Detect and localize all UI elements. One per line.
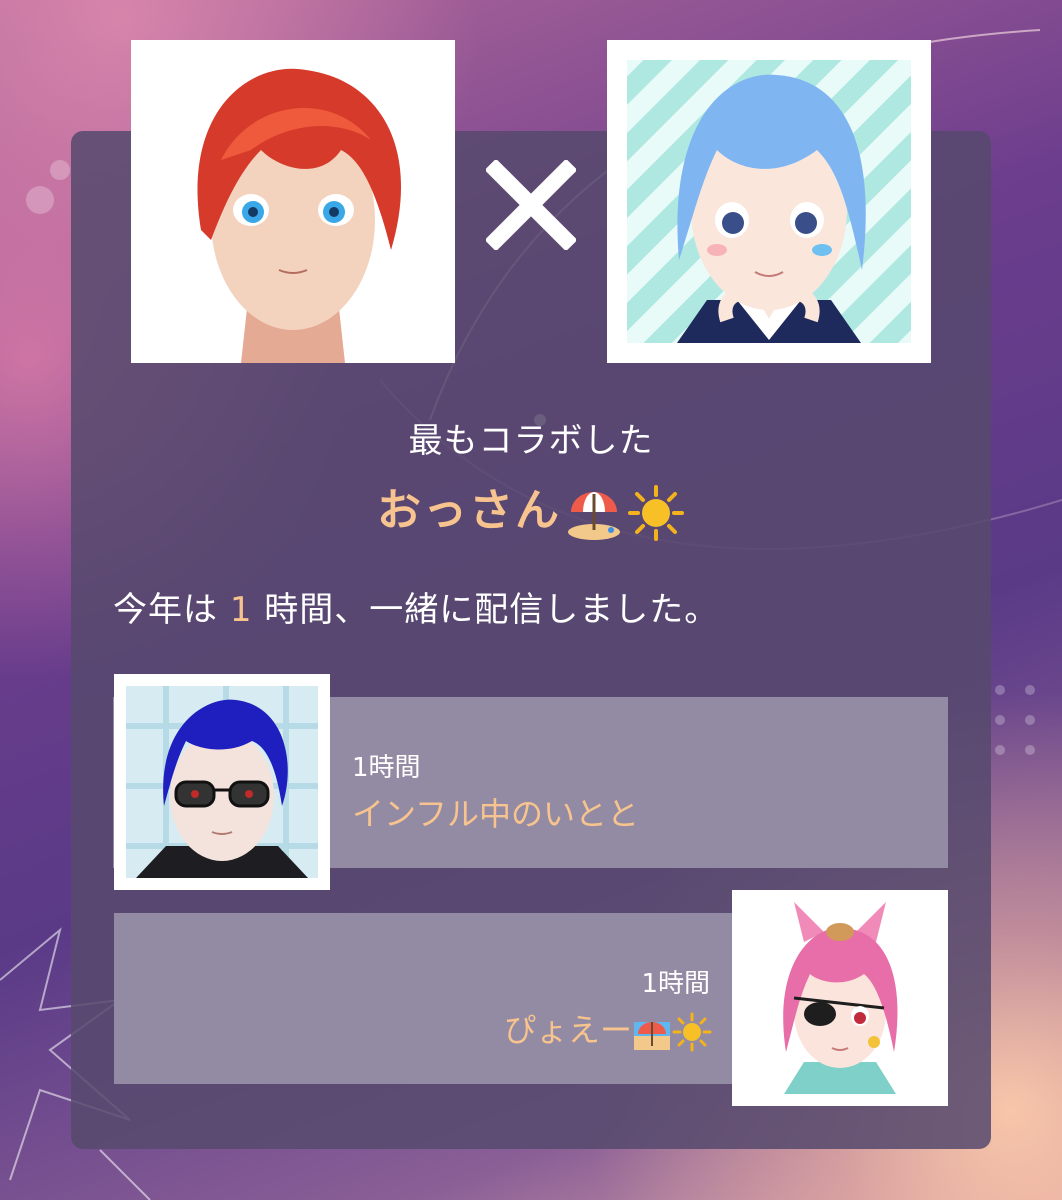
- collaborator-avatar-1: [114, 674, 330, 890]
- collaborator-name: ぴょえー: [420, 1005, 712, 1052]
- user-avatar: [131, 40, 455, 363]
- blue-haired-avatar-icon: [627, 60, 911, 343]
- collaborator-hours: 1時間: [352, 753, 421, 783]
- collaborator-hours: 1時間: [641, 969, 710, 999]
- summary-hours: 1: [229, 590, 253, 630]
- red-haired-avatar-icon: [131, 40, 455, 363]
- summary-prefix: 今年は: [113, 590, 218, 630]
- collaborator-avatar-2: [732, 890, 948, 1106]
- most-collaborated-label: 最もコラボした: [408, 421, 654, 461]
- top-collaborator-name-text: おっさん: [377, 485, 561, 536]
- collab-hours-summary: 今年は 1 時間、一緒に配信しました。: [113, 582, 719, 631]
- cross-icon: [486, 160, 576, 250]
- sun-icon: [672, 1012, 712, 1052]
- pink-hair-eyepatch-avatar-icon: [744, 902, 936, 1094]
- sun-icon: [628, 485, 684, 541]
- collaborator-avatar: [607, 40, 931, 363]
- collaborator-name: インフル中のいとと: [352, 795, 640, 833]
- summary-suffix: 時間、一緒に配信しました。: [264, 590, 720, 630]
- beach-umbrella-icon: [634, 1022, 670, 1050]
- collaborator-name-text: ぴょえー: [503, 1011, 632, 1049]
- top-collaborator-name: おっさん: [0, 474, 1062, 542]
- blue-hair-sunglasses-avatar-icon: [126, 686, 318, 878]
- beach-umbrella-icon: [568, 492, 620, 540]
